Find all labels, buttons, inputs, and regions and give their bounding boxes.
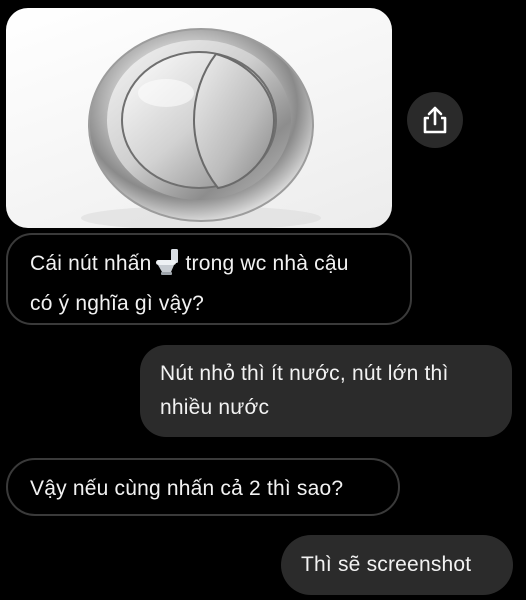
message-line: Vậy nếu cùng nhấn cả 2 thì sao? [30, 477, 344, 500]
dual-flush-button-image [81, 28, 321, 228]
share-button[interactable] [407, 92, 463, 148]
message-bubble-incoming[interactable]: Vậy nếu cùng nhấn cả 2 thì sao? [6, 458, 400, 516]
message-line: có ý nghĩa gì vậy? [30, 292, 205, 315]
chat-thread: Cái nút nhấn trong wc nhà cậu có ý nghĩa… [0, 0, 526, 600]
message-line: Cái nút nhấn trong wc nhà cậu [30, 247, 388, 287]
message-text: Cái nút nhấn [30, 252, 152, 275]
message-bubble-outgoing[interactable]: Nút nhỏ thì ít nước, nút lớn thì nhiều n… [140, 345, 512, 437]
message-line: nhiều nước [160, 396, 270, 419]
message-line: Thì sẽ screenshot [301, 553, 472, 576]
message-bubble-outgoing[interactable]: Thì sẽ screenshot [281, 535, 513, 595]
share-icon [423, 106, 447, 134]
photo-message[interactable] [6, 8, 392, 228]
toilet-emoji-icon [154, 248, 180, 287]
message-bubble-incoming[interactable]: Cái nút nhấn trong wc nhà cậu có ý nghĩa… [6, 233, 412, 325]
message-text: trong wc nhà cậu [185, 252, 349, 275]
message-line: Nút nhỏ thì ít nước, nút lớn thì [160, 362, 449, 385]
